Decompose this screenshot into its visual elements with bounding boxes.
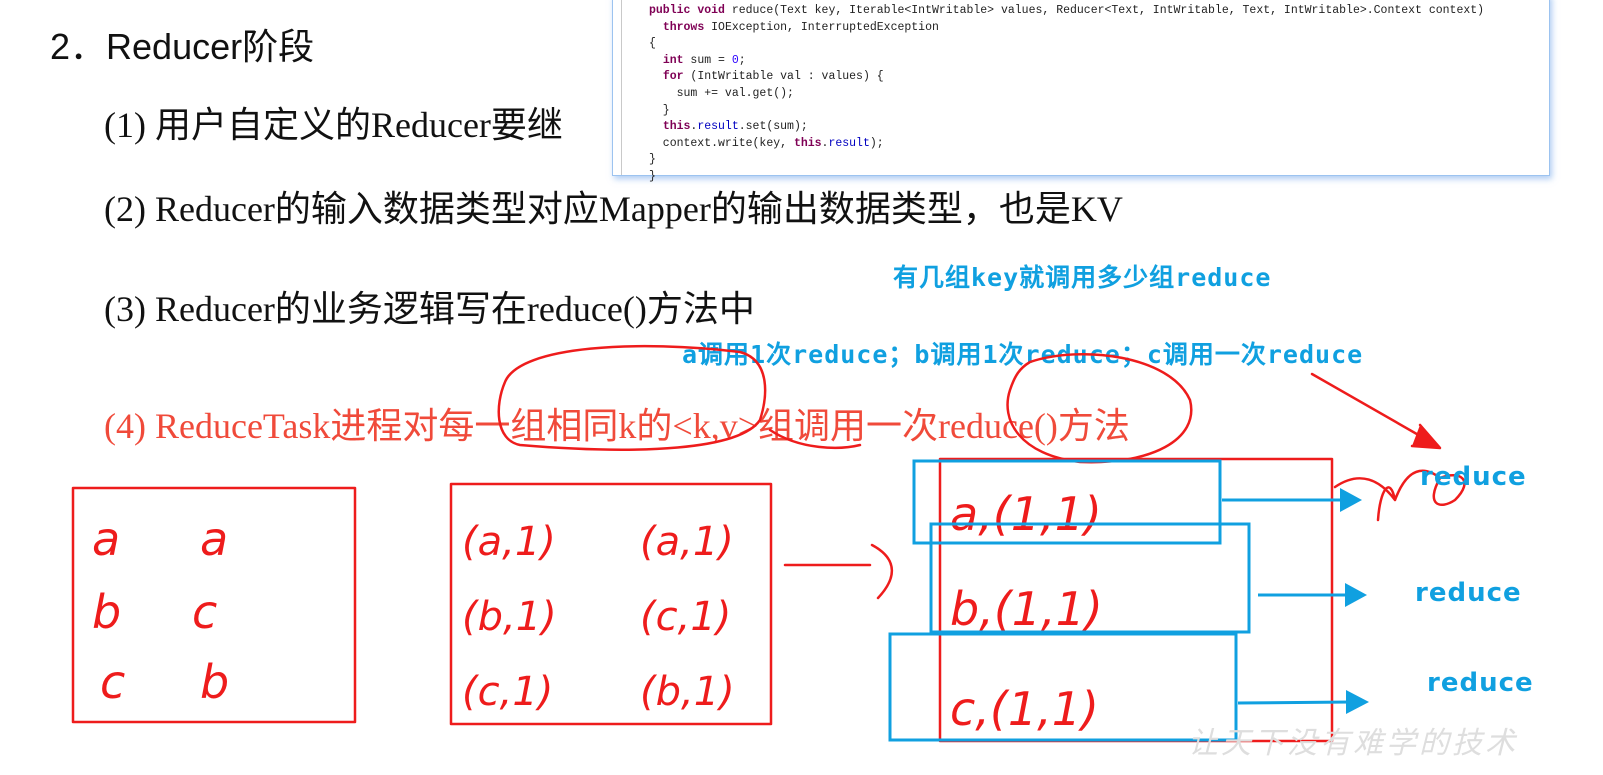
hand-pair: (a,1) xyxy=(462,519,556,565)
hand-pair: (c,1) xyxy=(640,594,731,640)
arrow-head-red xyxy=(1410,423,1442,450)
hand-pair: (c,1) xyxy=(462,669,553,715)
hand-letter: a xyxy=(200,512,228,566)
hand-pair: (b,1) xyxy=(640,669,735,715)
underline-kv xyxy=(768,428,862,449)
reduce-label-b: reduce xyxy=(1415,578,1522,608)
hand-arrow xyxy=(783,543,893,600)
hand-letter: c xyxy=(100,655,125,709)
circle-annotation-once xyxy=(1006,352,1193,464)
reduce-label-a: reduce xyxy=(1420,462,1527,492)
handwritten-diagram: a a b c c b (a,1) (a,1) (b,1) (c,1) (c,1… xyxy=(71,344,1466,743)
hand-letter: b xyxy=(200,655,229,709)
watermark: 让天下没有难学的技术 xyxy=(1188,726,1518,761)
reduce-label-c: reduce xyxy=(1427,668,1534,698)
hand-pair: (a,1) xyxy=(640,519,734,565)
hand-pair: (b,1) xyxy=(462,594,557,640)
arrow-head-c xyxy=(1346,690,1369,714)
hand-letter: a xyxy=(92,512,120,566)
hand-group: c,(1,1) xyxy=(950,682,1099,736)
hand-group: b,(1,1) xyxy=(950,582,1103,636)
circle-annotation-group xyxy=(497,344,767,451)
hand-group: a,(1,1) xyxy=(950,487,1102,541)
arrow-line-c xyxy=(1237,700,1353,705)
arrow-head-b xyxy=(1345,583,1367,607)
hand-letter: c xyxy=(192,585,217,639)
hand-letter: b xyxy=(92,585,121,639)
arrow-head-a xyxy=(1340,488,1362,512)
